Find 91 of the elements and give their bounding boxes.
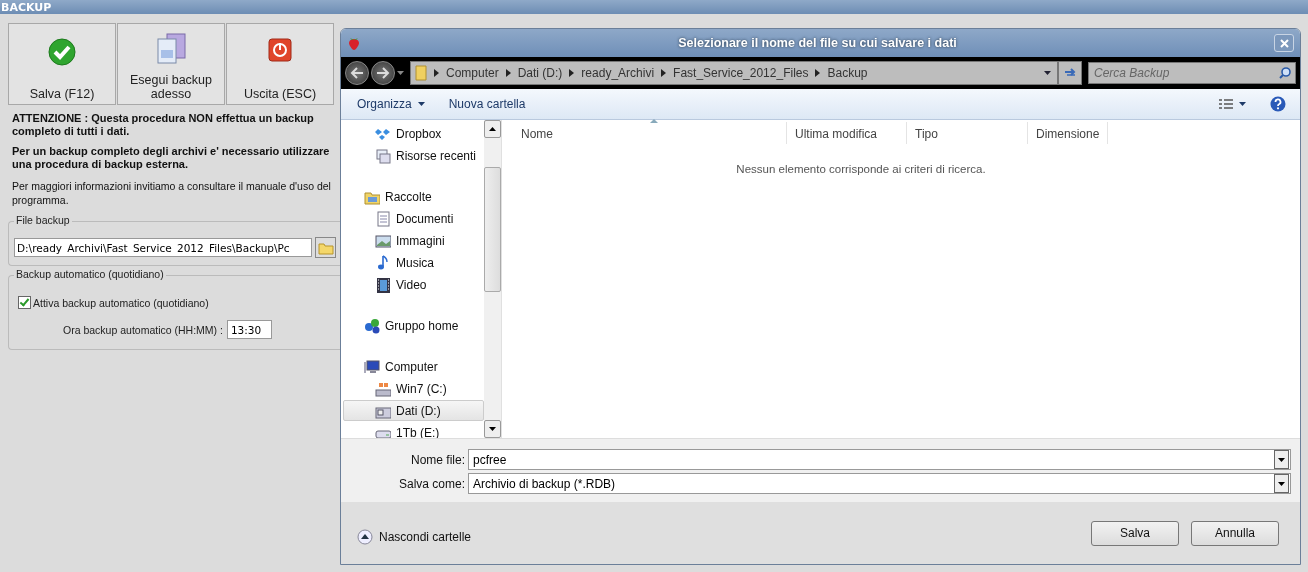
toolbar-button[interactable]: Uscita (ESC) [226, 23, 334, 105]
file-name-field[interactable]: pcfree [468, 449, 1291, 470]
dialog-title: Selezionare il nome del file su cui salvare i dati [677, 36, 958, 50]
chevron-icon [505, 69, 511, 77]
nav-item[interactable]: Musica [343, 252, 484, 273]
time-field[interactable]: 13:30 [226, 320, 272, 339]
chevron-icon [661, 69, 667, 77]
close-button[interactable] [1274, 34, 1294, 52]
caret-icon [1239, 102, 1246, 106]
check-icon [48, 38, 76, 66]
back-icon [350, 67, 364, 79]
toolbar-button[interactable]: Salva (F12) [8, 23, 116, 105]
nav-item-icon [375, 147, 391, 164]
checkbox[interactable] [18, 296, 31, 309]
forward-button[interactable] [371, 61, 395, 85]
refresh-icon [1063, 67, 1077, 79]
nav-item[interactable]: Video [343, 274, 484, 295]
group-label: File backup [14, 214, 72, 226]
file-type-dropdown[interactable]: Archivio di backup (*.RDB) [468, 473, 1291, 494]
empty-message: Nessun elemento corrisponde ai criteri di ricerca. [735, 163, 987, 175]
caret-icon [397, 71, 404, 75]
scrollbar[interactable] [484, 120, 501, 438]
nav-item-icon [364, 358, 380, 375]
field-label: Salva come: [397, 476, 465, 491]
chevron-icon [434, 69, 439, 77]
breadcrumb-item[interactable]: Computer [446, 66, 499, 80]
column-header[interactable]: Tipo [907, 122, 1028, 144]
nav-item[interactable]: Documenti [343, 208, 484, 229]
nav-item-icon [375, 210, 391, 227]
app-title: BACKUP [1, 0, 52, 14]
notice-text: ATTENZIONE : Questa procedura NON effettua un backup completo di tutti i dati. [12, 112, 315, 138]
caret-icon [417, 102, 425, 106]
nav-item[interactable]: Dropbox [343, 123, 484, 144]
nav-item[interactable]: Win7 (C:) [343, 378, 484, 399]
collapse-icon [357, 529, 373, 545]
close-icon [1279, 38, 1289, 48]
field-label: Nome file: [409, 452, 465, 467]
breadcrumb-item[interactable]: Fast_Service_2012_Files [673, 66, 809, 80]
strawberry-icon [347, 35, 361, 51]
column-header[interactable]: Nome [513, 122, 787, 144]
list-view-icon [1219, 98, 1233, 110]
help-icon [1270, 96, 1286, 112]
chevron-icon [569, 69, 575, 77]
refresh-button[interactable] [1058, 61, 1082, 85]
nav-item[interactable]: Gruppo home [343, 315, 484, 336]
scroll-up-button[interactable] [484, 120, 501, 138]
folder-icon [415, 65, 427, 81]
menu-button[interactable]: Organizza [353, 95, 429, 113]
address-bar[interactable]: Computer Dati (D:) ready_Archivi Fast_Service_2012_Files Backup [410, 61, 1058, 85]
breadcrumb-item[interactable]: ready_Archivi [581, 66, 655, 80]
hide-folders-button[interactable]: Nascondi cartelle [357, 529, 472, 545]
nav-item-icon [364, 317, 380, 334]
dialog-button[interactable]: Annulla [1191, 520, 1279, 546]
folder-icon [317, 240, 334, 255]
nav-item-icon [375, 380, 391, 397]
time-label: Ora backup automatico (HH:MM) : [63, 323, 223, 336]
nav-item-icon [375, 232, 391, 249]
breadcrumb-item[interactable]: Dati (D:) [517, 66, 563, 80]
nav-item[interactable]: Risorse recenti [343, 145, 484, 166]
caret-icon [1044, 71, 1051, 75]
up-arrow-icon [489, 127, 496, 131]
caret-icon [1278, 481, 1285, 486]
power-icon [268, 38, 292, 62]
forward-icon [376, 67, 390, 79]
browse-button[interactable] [315, 237, 336, 258]
nav-item[interactable]: Immagini [343, 230, 484, 251]
path-field[interactable]: D:\ready_Archivi\Fast_Service_2012_Files\Backup\Pc [14, 238, 312, 257]
nav-item[interactable]: Dati (D:) [343, 400, 484, 421]
search-icon [1279, 67, 1291, 79]
documents-icon [155, 32, 187, 66]
caret-icon [1278, 457, 1285, 462]
scroll-down-button[interactable] [484, 420, 501, 438]
nav-item-icon [375, 276, 391, 293]
toolbar-button[interactable]: Nuova cartella [444, 95, 530, 113]
checkbox-label[interactable]: Attiva backup automatico (quotidiano) [18, 296, 340, 309]
group-label: Backup automatico (quotidiano) [14, 268, 166, 280]
nav-item[interactable]: Computer [343, 356, 484, 377]
breadcrumb-item[interactable]: Backup [827, 66, 868, 80]
chevron-icon [815, 69, 821, 77]
scroll-thumb[interactable] [484, 167, 501, 292]
notice-text: Per un backup completo degli archivi e' necessario utilizzare una procedura di backup esterna. [12, 145, 331, 171]
search-field[interactable]: Cerca Backup [1088, 62, 1296, 84]
column-header[interactable]: Ultima modifica [787, 122, 907, 144]
down-arrow-icon [489, 427, 496, 431]
back-button[interactable] [345, 61, 369, 85]
nav-item[interactable]: Raccolte [343, 186, 484, 207]
dialog-button[interactable]: Salva [1091, 520, 1179, 546]
toolbar-button[interactable]: Esegui backup adesso [117, 23, 225, 105]
column-header[interactable]: Dimensione [1028, 122, 1108, 144]
nav-item-icon [375, 254, 391, 271]
notice-text: Per maggiori informazioni invitiamo a consultare il manuale d'uso del programma. [12, 179, 332, 207]
